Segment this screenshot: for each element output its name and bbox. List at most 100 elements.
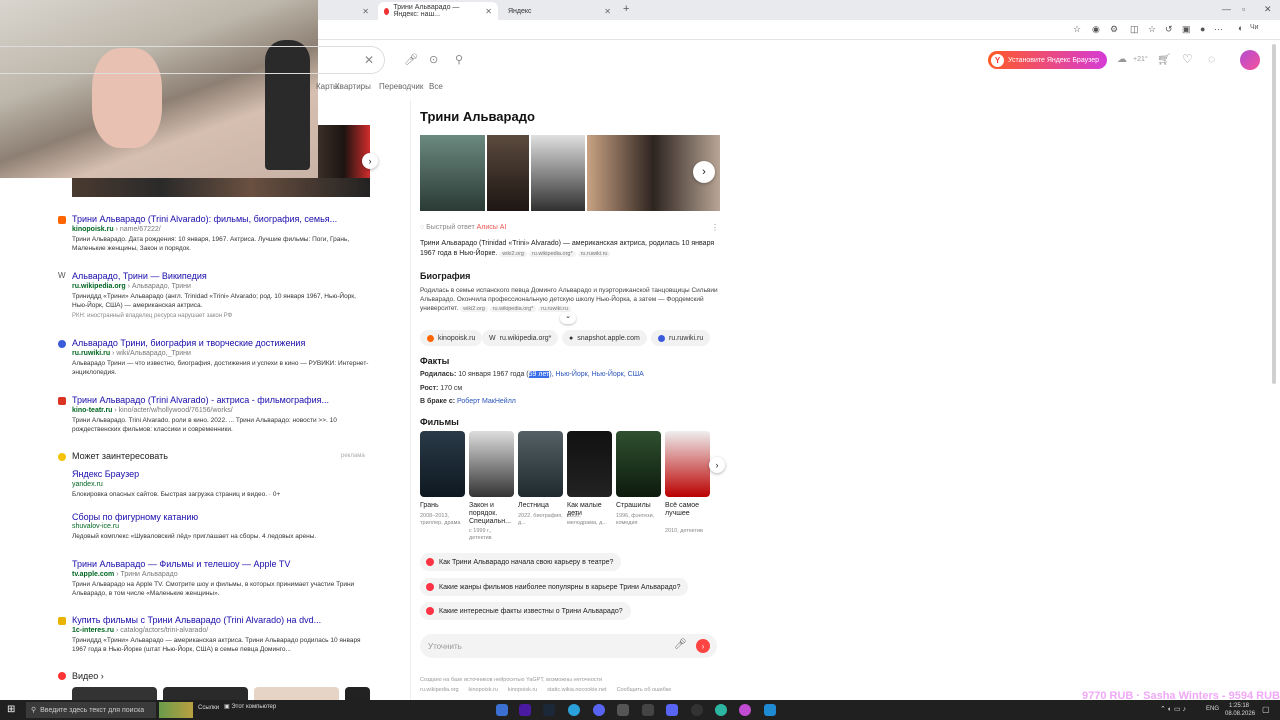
page-scrollbar[interactable]: [1272, 44, 1276, 384]
film-poster[interactable]: [665, 431, 710, 497]
new-tab-button[interactable]: +: [623, 3, 629, 15]
film-poster[interactable]: [469, 431, 514, 497]
extension-icon[interactable]: ◉: [1092, 24, 1100, 35]
suggested-question[interactable]: Какие жанры фильмов наиболее популярны в…: [420, 578, 689, 596]
avatar-icon[interactable]: ●: [1200, 24, 1205, 34]
film-title[interactable]: Грань: [420, 502, 465, 510]
image-strip-bottom[interactable]: [72, 178, 370, 197]
result-title[interactable]: Трини Альварадо (Trini Alvarado) - актри…: [72, 395, 329, 405]
close-tab-icon[interactable]: ✕: [604, 7, 611, 16]
camera-search-icon[interactable]: ⊙: [429, 53, 438, 66]
report-error-link[interactable]: Сообщить об ошибке: [617, 687, 672, 693]
source-ruwiki[interactable]: ru.ruwiki.ru: [651, 330, 711, 346]
card-menu-icon[interactable]: ⋮: [711, 223, 719, 232]
telegram-icon[interactable]: [568, 704, 580, 716]
maximize-icon[interactable]: ▫: [1242, 4, 1245, 14]
premiere-icon[interactable]: [519, 704, 531, 716]
windows-start-icon[interactable]: ⊞: [7, 704, 19, 716]
result-url[interactable]: ru.ruwiki.ru › wiki/Альварадо,_Трини: [72, 350, 191, 357]
ad-title[interactable]: Сборы по фигурному катанию: [72, 512, 198, 522]
weather-icon[interactable]: ☁: [1117, 54, 1127, 65]
film-poster[interactable]: [567, 431, 612, 497]
taskbar-search[interactable]: ⚲ Введите здесь текст для поиска: [26, 702, 156, 718]
ad-url[interactable]: yandex.ru: [72, 481, 103, 488]
footer-source[interactable]: ru.wikipedia.org: [420, 687, 459, 693]
result-title[interactable]: Альварадо Трини, биография и творческие …: [72, 338, 305, 348]
tray-icons[interactable]: ⌃ ◐ ▭ ♪: [1160, 705, 1186, 713]
film-title[interactable]: Лестница: [518, 502, 563, 510]
ad-url[interactable]: shuvalov-ice.ru: [72, 523, 119, 530]
source-wikipedia[interactable]: Wru.wikipedia.org*: [482, 330, 559, 346]
microphone-icon[interactable]: 🎤︎: [674, 639, 687, 650]
collections-icon[interactable]: ◌: [1208, 52, 1215, 66]
refine-input[interactable]: Уточнить 🎤︎ ›: [420, 634, 717, 658]
close-window-icon[interactable]: ✕: [1264, 4, 1272, 15]
result-title[interactable]: Трини Альварадо — Фильмы и телешоу — App…: [72, 559, 290, 569]
film-title[interactable]: Всё самое лучшее: [665, 502, 710, 518]
news-widget[interactable]: [159, 702, 193, 718]
taskbar-this-pc[interactable]: ▣ Этот компьютер: [224, 703, 276, 710]
more-icon[interactable]: ⋯: [1214, 24, 1223, 35]
film-poster[interactable]: [420, 431, 465, 497]
settings-icon[interactable]: [617, 704, 629, 716]
result-title[interactable]: Купить фильмы с Трини Альварадо (Trini A…: [72, 615, 321, 625]
film-poster[interactable]: [616, 431, 661, 497]
photos-next-icon[interactable]: ›: [693, 161, 715, 183]
extension-icon[interactable]: ⚙: [1110, 24, 1118, 35]
result-title[interactable]: Трини Альварадо (Trini Alvarado): фильмы…: [72, 214, 337, 224]
history-icon[interactable]: ↺: [1165, 24, 1173, 35]
obs-icon[interactable]: [691, 704, 703, 716]
clock[interactable]: 1:25:18 08.08.2026: [1225, 702, 1255, 718]
footer-source[interactable]: kinopoisk.ru: [469, 687, 498, 693]
split-icon[interactable]: ◫: [1130, 24, 1139, 35]
notifications-icon[interactable]: ▢: [1262, 705, 1270, 714]
source-apple[interactable]: ● snapshot.apple.com: [562, 330, 647, 346]
result-url[interactable]: kinopoisk.ru › name/67222/: [72, 226, 161, 233]
edge-icon[interactable]: [715, 704, 727, 716]
minimize-icon[interactable]: —: [1222, 4, 1231, 14]
taskview-icon[interactable]: [496, 704, 508, 716]
film-title[interactable]: Страшилы: [616, 502, 661, 510]
video-heading[interactable]: Видео ›: [72, 671, 104, 681]
result-url[interactable]: 1c-interes.ru › catalog/actors/trini-alv…: [72, 627, 208, 634]
tab-active[interactable]: Трини Альварадо — Яндекс: наш... ✕: [378, 2, 498, 20]
video-thumb[interactable]: [163, 687, 248, 700]
card-photo[interactable]: [531, 135, 585, 211]
images-next-icon[interactable]: ›: [362, 153, 378, 169]
tab-previous[interactable]: ✕: [325, 2, 375, 20]
tab-translator[interactable]: Переводчик: [379, 82, 423, 91]
result-url[interactable]: kino-teatr.ru › kino/acter/w/hollywood/7…: [72, 407, 233, 414]
card-photo[interactable]: [487, 135, 529, 211]
install-browser-button[interactable]: Y Установите Яндекс Браузер: [988, 51, 1107, 69]
footer-source[interactable]: static.wikia.nocookie.net: [547, 687, 606, 693]
app-icon[interactable]: [764, 704, 776, 716]
cart-icon[interactable]: 🛒︎: [1157, 53, 1171, 66]
close-tab-icon[interactable]: ✕: [485, 7, 492, 16]
collections-icon[interactable]: ▣: [1182, 24, 1191, 35]
source-chip[interactable]: wiki2.org: [460, 306, 488, 312]
favorites-heart-icon[interactable]: ♡: [1182, 52, 1193, 66]
result-url[interactable]: tv.apple.com › Трини Альварадо: [72, 571, 178, 578]
video-thumb[interactable]: [72, 687, 157, 700]
source-chip[interactable]: ru.wikipedia.org*: [528, 251, 576, 257]
video-thumb[interactable]: [254, 687, 339, 700]
search-box[interactable]: ✕: [0, 46, 385, 74]
film-poster[interactable]: [518, 431, 563, 497]
tab-apartments[interactable]: Квартиры: [335, 82, 371, 91]
app-icon[interactable]: [642, 704, 654, 716]
films-next-icon[interactable]: ›: [709, 457, 725, 473]
taskbar-links[interactable]: Ссылки: [198, 705, 219, 711]
fact-value[interactable]: Роберт МакНейлл: [455, 398, 516, 405]
favorites-icon[interactable]: ☆: [1148, 24, 1156, 35]
expand-bio-icon[interactable]: ⌄: [560, 312, 576, 324]
suggested-question[interactable]: Какие интересные факты известны о Трини …: [420, 602, 631, 620]
browser-icon[interactable]: [739, 704, 751, 716]
tab-all[interactable]: Все: [429, 82, 443, 91]
profile-label[interactable]: Чи: [1250, 24, 1259, 31]
discord-icon[interactable]: [666, 704, 678, 716]
film-title[interactable]: Закон и порядок. Специальн...: [469, 502, 514, 526]
close-tab-icon[interactable]: ✕: [362, 7, 369, 16]
copilot-icon[interactable]: ◐: [1238, 23, 1243, 33]
filters-icon[interactable]: ⚲: [455, 53, 463, 66]
clear-search-icon[interactable]: ✕: [364, 53, 374, 67]
